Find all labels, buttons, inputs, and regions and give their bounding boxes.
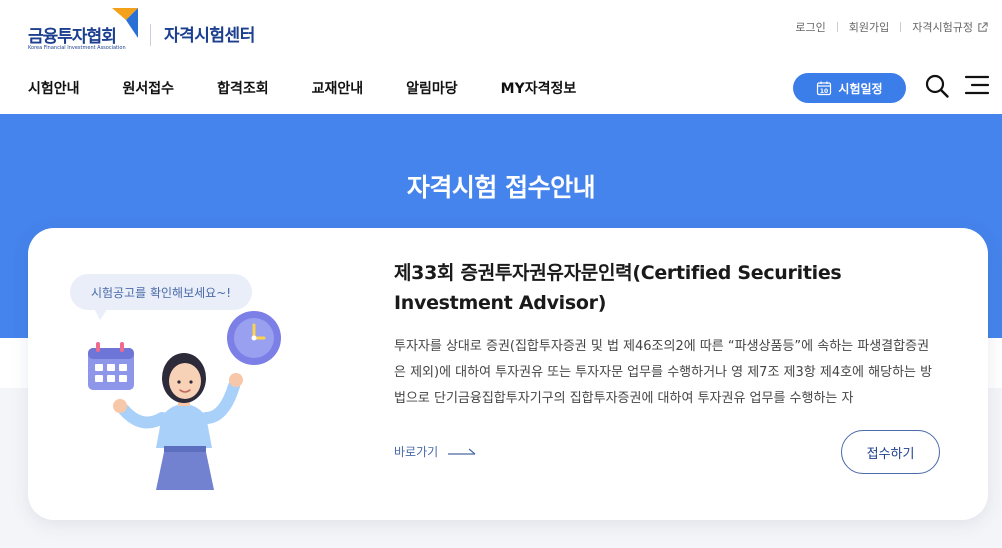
nav-item-exam-info[interactable]: 시험안내 (28, 78, 80, 98)
exam-rules-label: 자격시험규정 (912, 21, 973, 34)
search-icon[interactable] (924, 73, 950, 99)
exam-schedule-button[interactable]: 10 시험일정 (793, 73, 906, 103)
page-title: 자격시험 접수안내 (406, 173, 596, 202)
exam-rules-link[interactable]: 자격시험규정 (912, 19, 988, 35)
nav-item-textbooks[interactable]: 교재안내 (312, 78, 364, 98)
go-to-link[interactable]: 바로가기 (394, 443, 476, 460)
logo-org-name: 금융투자협회 (28, 27, 117, 47)
main-nav: 시험안내 원서접수 합격조회 교재안내 알림마당 MY자격정보 (28, 78, 619, 98)
util-divider (836, 22, 838, 32)
go-to-link-label: 바로가기 (394, 445, 439, 459)
nav-item-pass-check[interactable]: 합격조회 (217, 78, 269, 98)
site-logo[interactable]: 금융투자협회 Korea Financial Investment Associ… (28, 8, 278, 54)
logo-org-name-en: Korea Financial Investment Association (28, 45, 126, 51)
logo-center-name: 자격시험센터 (164, 26, 255, 46)
login-link[interactable]: 로그인 (795, 19, 825, 35)
calendar-icon-number: 10 (820, 88, 828, 95)
calendar-illustration-icon (88, 342, 134, 390)
nav-item-my-info[interactable]: MY자격정보 (501, 78, 577, 98)
apply-button[interactable]: 접수하기 (841, 430, 940, 474)
clock-illustration-icon (227, 311, 281, 365)
hamburger-menu-icon[interactable] (964, 74, 990, 96)
exam-description: 투자자를 상대로 증권(집합투자증권 및 법 제46조의2에 따른 “파생상품등… (394, 339, 933, 406)
nav-item-application[interactable]: 원서접수 (123, 78, 175, 98)
exam-schedule-label: 시험일정 (838, 81, 883, 96)
logo-divider (150, 24, 151, 46)
external-link-icon (978, 21, 988, 32)
signup-link[interactable]: 회원가입 (849, 19, 889, 35)
exam-card: 시험공고를 확인해보세요~! 제33회 증권투자권유자문인력(Certified… (28, 228, 988, 520)
speech-bubble: 시험공고를 확인해보세요~! (70, 274, 252, 310)
utility-links: 로그인 회원가입 자격시험규정 (795, 19, 988, 35)
nav-item-notices[interactable]: 알림마당 (406, 78, 458, 98)
guide-woman-illustration (88, 311, 281, 490)
exam-title: 제33회 증권투자권유자문인력(Certified Securities Inv… (394, 262, 842, 314)
util-divider (900, 22, 902, 32)
calendar-icon: 10 (817, 81, 832, 96)
arrow-right-icon (448, 448, 476, 455)
site-header: 금융투자협회 Korea Financial Investment Associ… (0, 0, 1002, 114)
